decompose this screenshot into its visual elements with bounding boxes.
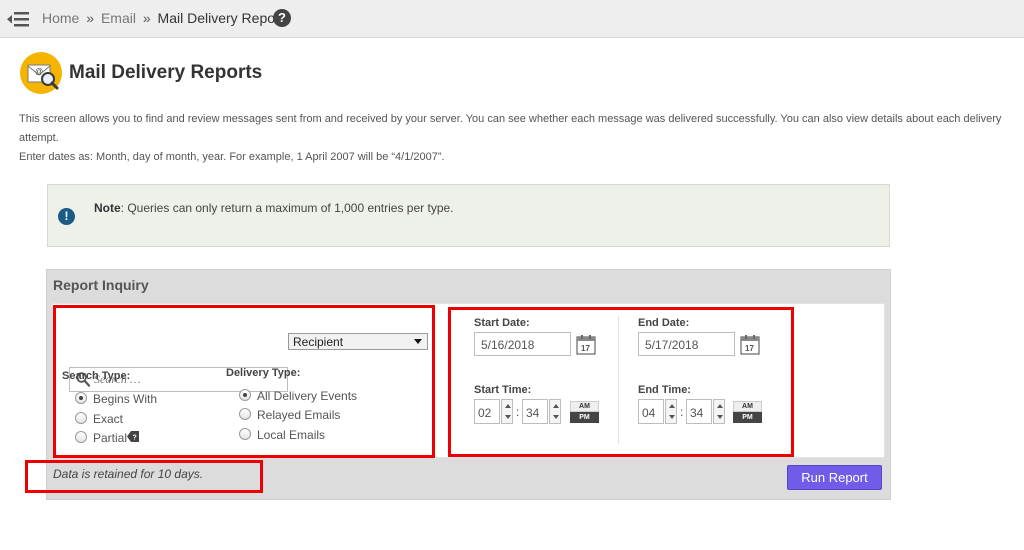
info-icon: ! [58, 208, 75, 225]
run-report-button[interactable]: Run Report [787, 465, 882, 490]
menu-collapse-icon[interactable] [6, 10, 30, 28]
help-icon[interactable]: ? [273, 9, 291, 27]
highlight-box-search [53, 305, 435, 458]
page-description: This screen allows you to find and revie… [19, 110, 1024, 167]
note-text: Note: Queries can only return a maximum … [94, 201, 454, 215]
breadcrumb-separator: » [142, 10, 151, 26]
breadcrumb-current: Mail Delivery Reports [157, 10, 291, 26]
mail-search-icon: @ [20, 52, 62, 94]
breadcrumb: Home » Email » Mail Delivery Reports [42, 10, 291, 26]
description-date-format: Enter dates as: Month, day of month, yea… [19, 151, 445, 163]
page-title: Mail Delivery Reports [69, 62, 263, 83]
note-message: : Queries can only return a maximum of 1… [120, 201, 454, 215]
breadcrumb-home-link[interactable]: Home [42, 10, 79, 26]
highlight-box-retention [25, 460, 263, 493]
breadcrumb-email-link[interactable]: Email [101, 10, 136, 26]
description-line: This screen allows you to find and revie… [19, 113, 1002, 144]
report-heading: Report Inquiry [53, 277, 149, 293]
note-label: Note [94, 201, 121, 215]
top-bar: Home » Email » Mail Delivery Reports ? [0, 0, 1024, 38]
svg-text:@: @ [35, 67, 43, 76]
note-callout: ! Note: Queries can only return a maximu… [47, 184, 890, 247]
highlight-box-dates [448, 307, 794, 457]
breadcrumb-separator: » [86, 10, 95, 26]
